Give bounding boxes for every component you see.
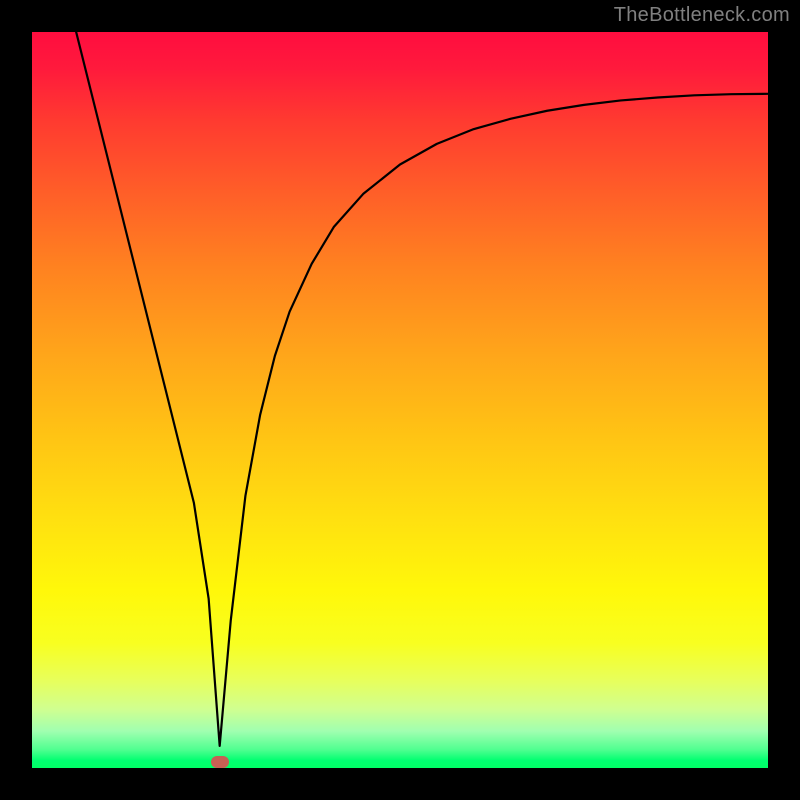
minimum-marker	[211, 756, 229, 768]
plot-area	[32, 32, 768, 768]
watermark-text: TheBottleneck.com	[614, 4, 790, 27]
bottleneck-curve	[32, 32, 768, 768]
chart-frame: TheBottleneck.com	[0, 0, 800, 800]
